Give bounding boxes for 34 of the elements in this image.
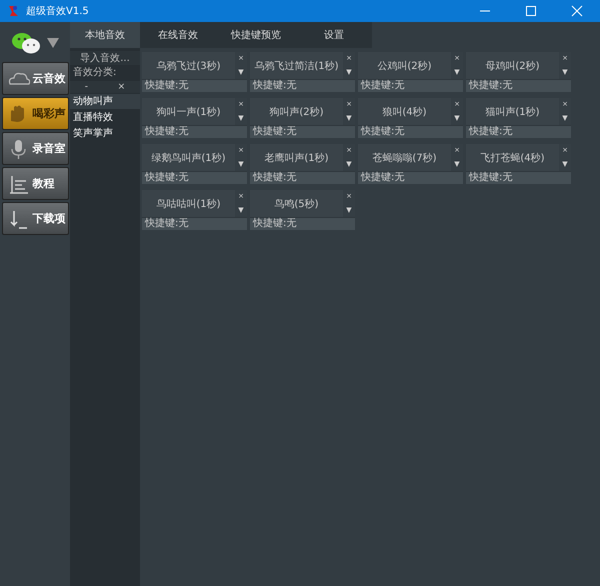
tab[interactable]: 设置 <box>296 22 372 48</box>
tab[interactable]: 在线音效 <box>140 22 216 48</box>
shortcut-label: 快捷键:无 <box>250 126 355 138</box>
category-item[interactable]: 笑声掌声 <box>70 126 140 141</box>
nav-button[interactable]: 录音室 <box>2 132 68 165</box>
category-item[interactable]: 动物叫声 <box>70 94 140 109</box>
chat-bubbles-icon[interactable] <box>11 31 41 55</box>
nav-button[interactable]: 下载项 <box>2 202 68 235</box>
dropdown-caret-icon[interactable] <box>47 37 59 49</box>
nav-button[interactable]: 云音效 <box>2 62 68 95</box>
shortcut-label: 快捷键:无 <box>250 218 355 230</box>
import-button[interactable]: 导入音效... <box>70 51 140 65</box>
nav-button[interactable]: 教程 <box>2 167 68 200</box>
tab[interactable]: 本地音效 <box>70 22 140 48</box>
category-heading: 音效分类: <box>72 66 118 80</box>
shortcut-label: 快捷键:无 <box>358 172 463 184</box>
shortcut-label: 快捷键:无 <box>142 80 247 92</box>
tab[interactable]: 快捷键预览 <box>216 22 296 48</box>
window-title: 超级音效V1.5 <box>26 4 90 18</box>
shortcut-label: 快捷键:无 <box>142 172 247 184</box>
shortcut-label: 快捷键:无 <box>466 126 571 138</box>
shortcut-label: 快捷键:无 <box>466 80 571 92</box>
shortcut-label: 快捷键:无 <box>358 126 463 138</box>
app-logo-icon <box>6 4 20 18</box>
nav-button[interactable]: 喝彩声 <box>2 97 68 130</box>
shortcut-label: 快捷键:无 <box>358 80 463 92</box>
close-button[interactable]: × <box>114 81 130 93</box>
shortcut-label: 快捷键:无 <box>142 126 247 138</box>
shortcut-label: 快捷键:无 <box>250 172 355 184</box>
category-item[interactable]: 直播特效 <box>70 110 140 125</box>
shortcut-label: 快捷键:无 <box>250 80 355 92</box>
shortcut-label: 快捷键:无 <box>142 218 247 230</box>
remove-button[interactable]: - <box>80 81 92 93</box>
shortcut-label: 快捷键:无 <box>466 172 571 184</box>
